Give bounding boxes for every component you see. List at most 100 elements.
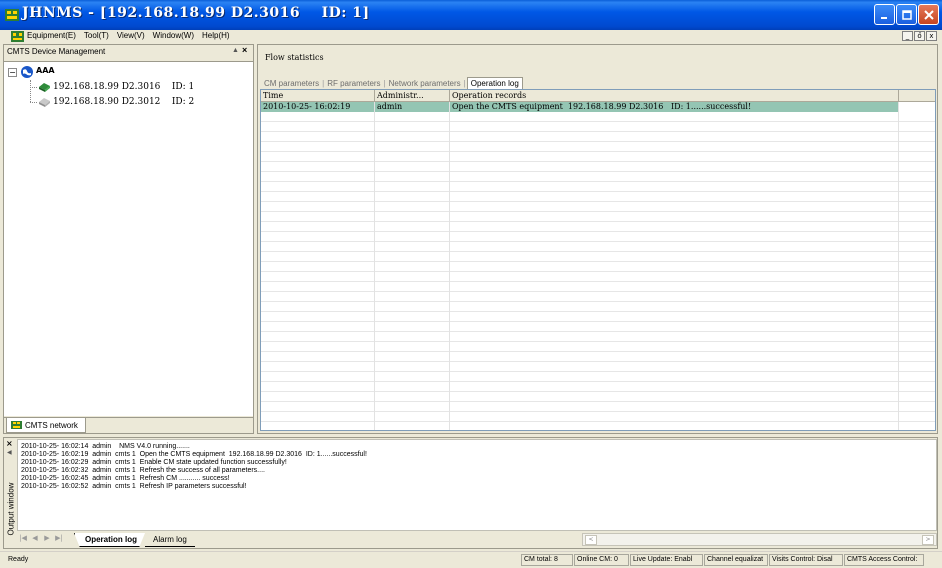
table-cell-empty: [261, 212, 375, 222]
status-bar: Ready CM total: 8 Online CM: 0 Live Upda…: [0, 551, 942, 568]
horizontal-scrollbar[interactable]: < >: [582, 533, 937, 546]
table-cell-empty: [375, 212, 450, 222]
tab-cm-parameters[interactable]: CM parameters: [262, 79, 321, 88]
table-cell-empty: [450, 412, 899, 422]
table-cell-filler: [899, 102, 935, 112]
table-row-empty: [261, 282, 935, 292]
table-cell-empty: [450, 402, 899, 412]
output-sidebar: × ◀ Output window: [4, 438, 16, 548]
table-cell-empty: [261, 402, 375, 412]
table-row[interactable]: 2010-10-25- 16:02:19 admin Open the CMTS…: [261, 102, 935, 112]
panel-close-button[interactable]: ×: [242, 45, 247, 55]
table-cell-empty: [375, 242, 450, 252]
output-window: × ◀ Output window 2010-10-25- 16:02:14 a…: [3, 437, 938, 549]
tab-rf-parameters[interactable]: RF parameters: [325, 79, 382, 88]
table-cell-empty: [450, 342, 899, 352]
table-row-empty: [261, 182, 935, 192]
device-item-label[interactable]: 192.168.18.90 D2.3012 ID: 2: [53, 97, 194, 107]
table-cell-empty: [899, 142, 935, 152]
log-text-area[interactable]: 2010-10-25- 16:02:14 admin NMS V4.0 runn…: [17, 439, 937, 531]
table-cell-empty: [450, 212, 899, 222]
mdi-minimize-button[interactable]: _: [902, 31, 913, 41]
device-online-icon: [39, 83, 50, 92]
table-cell-empty: [450, 172, 899, 182]
table-cell-empty: [450, 392, 899, 402]
tab-alarm-log[interactable]: Alarm log: [145, 533, 195, 547]
close-button[interactable]: [918, 4, 939, 25]
table-cell-empty: [261, 162, 375, 172]
table-cell-empty: [375, 142, 450, 152]
table-cell-empty: [375, 382, 450, 392]
table-cell-empty: [261, 382, 375, 392]
menu-window[interactable]: Window(W): [153, 31, 194, 40]
table-cell-empty: [899, 192, 935, 202]
maximize-button[interactable]: [896, 4, 917, 25]
menu-equipment[interactable]: Equipment(E): [27, 31, 76, 40]
table-cell-empty: [450, 312, 899, 322]
status-channel-equalization: Channel equalizat: [704, 554, 768, 566]
table-cell-empty: [450, 162, 899, 172]
table-cell-empty: [261, 262, 375, 272]
menu-view[interactable]: View(V): [117, 31, 145, 40]
first-tab-button[interactable]: |◀: [19, 534, 27, 542]
table-cell-empty: [450, 202, 899, 212]
table-cell-empty: [375, 222, 450, 232]
scroll-left-button[interactable]: <: [585, 535, 597, 545]
table-cell-empty: [375, 272, 450, 282]
prev-tab-button[interactable]: ◀: [31, 534, 39, 542]
table-cell-empty: [375, 342, 450, 352]
mdi-close-button[interactable]: x: [926, 31, 937, 41]
table-row-empty: [261, 212, 935, 222]
menu-help[interactable]: Help(H): [202, 31, 230, 40]
table-cell-empty: [375, 302, 450, 312]
table-cell-empty: [261, 282, 375, 292]
table-cell-empty: [261, 132, 375, 142]
table-cell-empty: [375, 192, 450, 202]
table-cell-empty: [450, 242, 899, 252]
mdi-restore-button[interactable]: ő: [914, 31, 925, 41]
pin-icon[interactable]: ▲: [232, 47, 239, 54]
menu-tool[interactable]: Tool(T): [84, 31, 109, 40]
tab-network-parameters[interactable]: Network parameters: [387, 79, 463, 88]
table-cell-empty: [261, 182, 375, 192]
table-cell-empty: [450, 382, 899, 392]
table-cell-empty: [261, 352, 375, 362]
table-cell-empty: [450, 252, 899, 262]
table-cell-empty: [261, 252, 375, 262]
tab-cmts-network[interactable]: CMTS network: [6, 418, 86, 433]
status-text: Ready: [8, 556, 29, 563]
tab-nav: |◀ ◀ ▶ ▶|: [19, 534, 63, 542]
tree-root-label[interactable]: AAA: [36, 66, 55, 75]
table-cell-empty: [899, 122, 935, 132]
minimize-button[interactable]: [874, 4, 895, 25]
status-cmts-access-control: CMTS Access Control:: [844, 554, 924, 566]
table-cell-empty: [450, 332, 899, 342]
minimize-icon: [880, 16, 887, 19]
tab-operation-log[interactable]: Operation log: [466, 77, 523, 89]
scroll-right-button[interactable]: >: [922, 535, 934, 545]
log-line: 2010-10-25- 16:02:14 admin NMS V4.0 runn…: [21, 443, 190, 450]
table-cell-empty: [450, 362, 899, 372]
output-close-button[interactable]: ×: [6, 439, 13, 448]
table-cell-empty: [899, 372, 935, 382]
table-cell-empty: [899, 152, 935, 162]
table-row-empty: [261, 122, 935, 132]
panel-title: Flow statistics: [265, 53, 324, 62]
table-row-empty: [261, 242, 935, 252]
table-cell-empty: [261, 242, 375, 252]
column-header-administrator[interactable]: Administr...: [375, 90, 450, 102]
table-cell-empty: [261, 392, 375, 402]
table-cell-empty: [375, 232, 450, 242]
collapse-toggle[interactable]: −: [8, 68, 17, 77]
column-header-time[interactable]: Time: [261, 90, 375, 102]
table-row-empty: [261, 412, 935, 422]
next-tab-button[interactable]: ▶: [43, 534, 51, 542]
column-header-operation-records[interactable]: Operation records: [450, 90, 899, 102]
device-item-label[interactable]: 192.168.18.99 D2.3016 ID: 1: [53, 82, 194, 92]
tab-operation-log[interactable]: Operation log: [74, 533, 145, 547]
table-cell-empty: [899, 412, 935, 422]
last-tab-button[interactable]: ▶|: [55, 534, 63, 542]
table-row-empty: [261, 342, 935, 352]
pin-icon[interactable]: ◀: [7, 449, 12, 456]
table-cell-empty: [375, 172, 450, 182]
